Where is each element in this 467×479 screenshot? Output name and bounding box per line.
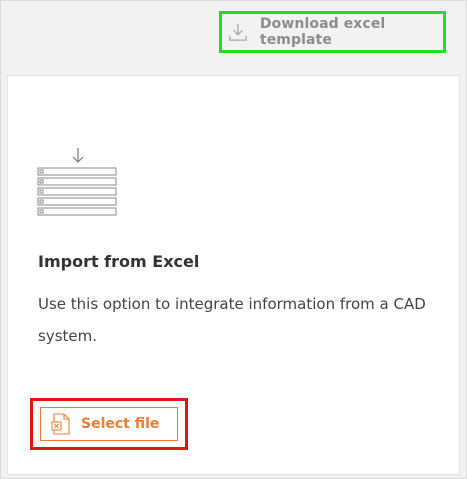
spreadsheet-import-icon <box>37 148 117 216</box>
import-from-excel-card: Import from Excel Use this option to int… <box>7 75 460 475</box>
select-file-highlight: Select file <box>30 398 188 450</box>
select-file-button[interactable]: Select file <box>40 407 178 441</box>
excel-file-icon <box>51 413 70 435</box>
download-template-label: Download excel template <box>259 16 386 48</box>
card-description: Use this option to integrate information… <box>38 295 426 345</box>
card-title: Import from Excel <box>38 252 200 271</box>
import-panel: Download excel template Import from Exce… <box>0 0 467 479</box>
select-file-label: Select file <box>81 416 160 432</box>
download-icon <box>229 23 247 41</box>
download-excel-template-link[interactable]: Download excel template <box>219 11 446 53</box>
